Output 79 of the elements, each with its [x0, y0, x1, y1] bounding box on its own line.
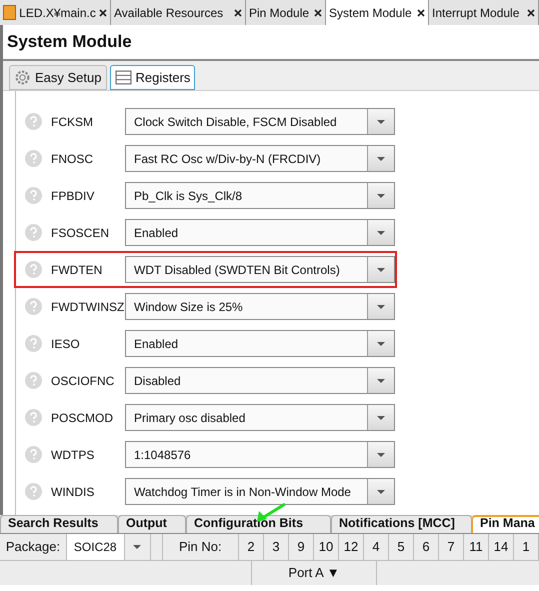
setting-dropdown[interactable]: Enabled	[125, 330, 395, 357]
help-icon	[25, 224, 42, 241]
help-icon	[25, 187, 42, 204]
bottom-tab[interactable]: Pin Mana	[472, 515, 539, 533]
caret-icon	[133, 545, 142, 549]
caret-icon	[377, 156, 385, 160]
setting-name: WINDIS	[51, 484, 96, 500]
pin-number: 4	[364, 534, 390, 560]
help-icon	[25, 335, 42, 352]
close-icon[interactable]	[417, 8, 425, 16]
setting-name: FWDTWINSZ	[51, 298, 125, 316]
help-icon	[25, 409, 42, 426]
file-icon	[3, 5, 16, 20]
pin-number: 12	[339, 534, 364, 560]
editor-tab[interactable]: Pin Module	[246, 0, 326, 25]
setting-dropdown[interactable]: Window Size is 25%	[125, 293, 395, 320]
pin-number: 7	[439, 534, 464, 560]
caret-icon	[377, 304, 385, 308]
table-icon	[114, 69, 132, 86]
setting-dropdown[interactable]: Disabled	[125, 367, 395, 394]
caret-icon	[377, 230, 385, 234]
help-icon	[25, 113, 42, 130]
close-icon[interactable]	[314, 8, 322, 16]
bottom-tab[interactable]: Search Results	[0, 515, 118, 533]
caret-icon	[377, 120, 385, 124]
pin-number: 9	[289, 534, 314, 560]
editor-tab[interactable]: Available Resources	[111, 0, 246, 25]
caret-icon	[377, 268, 385, 272]
setting-name: OSCIOFNC	[51, 372, 116, 390]
setting-name: FWDTEN	[51, 262, 104, 278]
pin-number: 6	[414, 534, 440, 560]
help-icon	[25, 150, 42, 167]
caret-icon	[377, 490, 385, 494]
setting-dropdown[interactable]: Primary osc disabled	[125, 404, 395, 431]
pin-number: 14	[489, 534, 514, 560]
caret-icon	[377, 452, 385, 456]
caret-icon	[377, 378, 385, 382]
setting-name: FSOSCEN	[51, 224, 110, 242]
caret-icon	[377, 416, 385, 420]
bottom-tab[interactable]: Notifications [MCC]	[331, 515, 472, 533]
editor-tab[interactable]: LED.X¥main.c	[0, 0, 111, 25]
caret-icon	[377, 342, 385, 346]
setting-name: IESO	[51, 336, 81, 352]
help-icon	[25, 483, 42, 500]
setting-dropdown[interactable]: Enabled	[125, 219, 395, 246]
panel-title: System Module	[7, 31, 132, 54]
help-icon	[25, 446, 42, 463]
help-icon	[25, 298, 42, 315]
help-icon	[25, 261, 42, 278]
bottom-tab[interactable]: Output	[118, 515, 186, 533]
setting-dropdown[interactable]: Fast RC Osc w/Div-by-N (FRCDIV)	[125, 145, 395, 172]
setting-dropdown[interactable]: Watchdog Timer is in Non-Window Mode	[125, 478, 395, 505]
setting-dropdown[interactable]: Clock Switch Disable, FSCM Disabled	[125, 108, 395, 135]
setting-name: FNOSC	[51, 150, 94, 168]
close-icon[interactable]	[98, 8, 107, 16]
setting-name: FCKSM	[51, 114, 94, 130]
close-icon[interactable]	[234, 8, 242, 16]
setting-name: POSCMOD	[51, 410, 114, 426]
gear-icon	[14, 69, 31, 86]
setting-name: FPBDIV	[51, 188, 96, 204]
pin-number-label: Pin No:	[162, 534, 240, 560]
editor-tab[interactable]: Interrupt Module	[429, 0, 539, 25]
setting-dropdown[interactable]: 1:1048576	[125, 441, 395, 468]
pin-number: 10	[314, 534, 340, 560]
pin-number: 1	[514, 534, 539, 560]
pin-number: 2	[239, 534, 264, 560]
bottom-tab[interactable]: Configuration Bits	[186, 515, 331, 533]
pin-number: 3	[264, 534, 290, 560]
view-tab[interactable]: Registers	[110, 65, 196, 90]
view-tab[interactable]: Easy Setup	[9, 65, 106, 90]
setting-dropdown[interactable]: Pb_Clk is Sys_Clk/8	[125, 182, 395, 209]
caret-icon	[377, 194, 385, 198]
help-icon	[25, 372, 42, 389]
setting-name: WDTPS	[51, 446, 96, 464]
close-icon[interactable]	[527, 8, 535, 16]
pin-number: 5	[389, 534, 414, 560]
setting-dropdown[interactable]: WDT Disabled (SWDTEN Bit Controls)	[125, 256, 395, 283]
pin-number: 11	[464, 534, 490, 560]
editor-tab[interactable]: System Module	[326, 0, 429, 25]
